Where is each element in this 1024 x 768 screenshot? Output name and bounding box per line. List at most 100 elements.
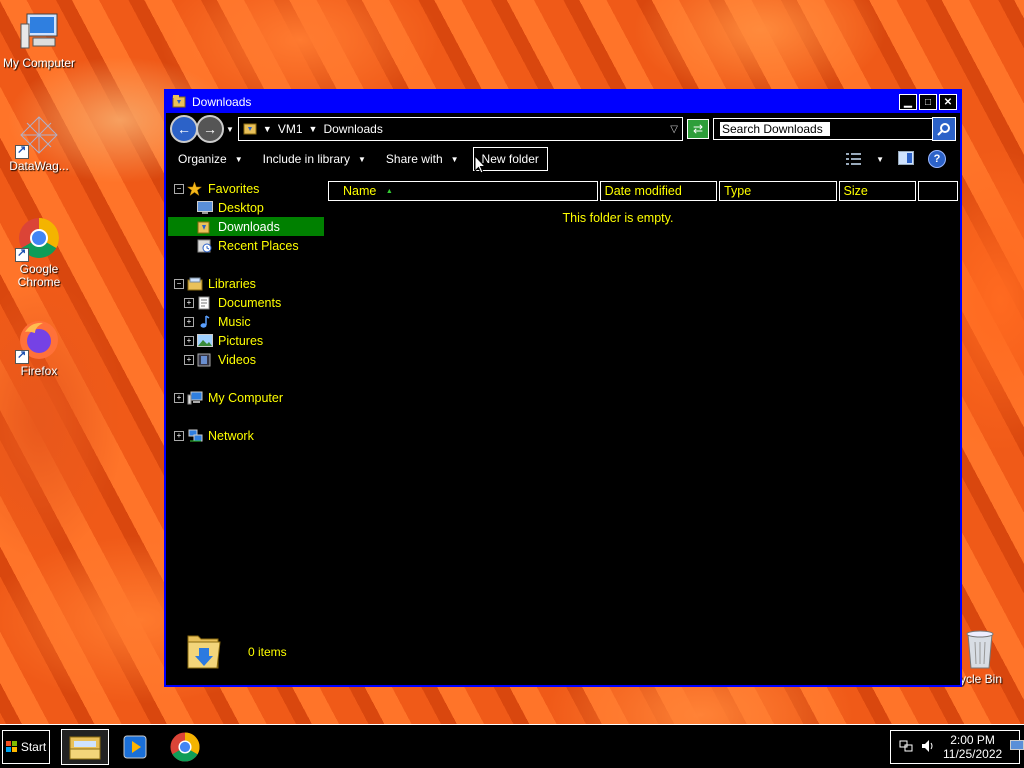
address-bar[interactable]: ▼ VM1 ▼ Downloads ▽: [237, 117, 683, 141]
nav-network[interactable]: + Network: [168, 426, 324, 445]
view-options-button[interactable]: ▼: [846, 153, 884, 165]
dropdown-arrow-icon: ▼: [450, 154, 459, 164]
window-title: Downloads: [192, 95, 252, 109]
volume-icon[interactable]: [921, 739, 935, 756]
chrome-icon: [15, 216, 61, 262]
start-button[interactable]: Start: [2, 730, 50, 764]
desktop-icon-chrome[interactable]: Google Chrome: [0, 216, 78, 289]
network-icon: [187, 429, 203, 443]
search-input[interactable]: [720, 122, 830, 136]
desktop-icon-datawag[interactable]: DataWag...: [0, 113, 78, 173]
pictures-icon: [197, 333, 213, 348]
search-box[interactable]: [713, 118, 933, 140]
desktop-icon-label: DataWag...: [9, 159, 69, 173]
nav-favorites[interactable]: − Favorites: [168, 179, 324, 198]
desktop-icon-firefox[interactable]: Firefox: [0, 318, 78, 378]
downloads-folder-icon: [197, 220, 213, 234]
column-header-name[interactable]: Name ▲: [328, 181, 598, 201]
organize-label: Organize: [178, 152, 227, 166]
breadcrumb-downloads[interactable]: Downloads: [323, 122, 382, 136]
taskbar-media-player[interactable]: [112, 729, 158, 765]
desktop-icon-my-computer[interactable]: My Computer: [0, 10, 78, 70]
column-header-date-modified[interactable]: Date modified: [599, 181, 718, 201]
taskbar-chrome[interactable]: [162, 729, 208, 765]
desktop-icon-label: My Computer: [2, 56, 76, 70]
help-button[interactable]: ?: [928, 150, 946, 168]
search-icon: [937, 123, 950, 136]
back-button[interactable]: ←: [170, 115, 198, 143]
shortcut-arrow-icon: [15, 247, 29, 262]
expand-icon[interactable]: +: [174, 430, 184, 441]
share-with-menu[interactable]: Share with ▼: [380, 148, 465, 170]
empty-folder-message: This folder is empty.: [562, 211, 674, 225]
recent-places-icon: [197, 239, 213, 253]
address-history-dropdown[interactable]: ▽: [670, 124, 678, 135]
media-player-icon: [123, 735, 147, 759]
recent-pages-dropdown[interactable]: ▼: [226, 125, 234, 134]
nav-libraries[interactable]: − Libraries: [168, 274, 324, 293]
column-size-label: Size: [843, 184, 868, 198]
column-header-type[interactable]: Type: [719, 181, 837, 201]
collapse-icon[interactable]: −: [174, 183, 184, 194]
expand-icon[interactable]: +: [184, 335, 194, 346]
navigation-pane[interactable]: − Favorites Desktop Downloads Recent Pla…: [168, 179, 324, 445]
nav-downloads[interactable]: Downloads: [168, 217, 324, 236]
nav-downloads-label: Downloads: [218, 219, 280, 234]
expand-icon[interactable]: +: [184, 354, 194, 365]
windows-logo-icon: [5, 741, 17, 752]
nav-favorites-label: Favorites: [208, 181, 260, 196]
downloads-folder-large-icon: [184, 628, 224, 675]
preview-pane-icon: [898, 150, 914, 165]
computer-icon: [17, 10, 61, 54]
expand-icon[interactable]: +: [174, 392, 184, 403]
breadcrumb-chevron-icon[interactable]: ▼: [263, 124, 272, 134]
firefox-icon: [15, 318, 61, 364]
nav-music[interactable]: + Music: [168, 312, 324, 331]
nav-desktop[interactable]: Desktop: [168, 198, 324, 217]
breadcrumb-vm1[interactable]: VM1: [278, 122, 303, 136]
music-icon: [197, 314, 213, 329]
nav-my-computer-label: My Computer: [208, 390, 284, 405]
minimize-button[interactable]: ▁: [899, 94, 917, 110]
view-dropdown-icon: ▼: [876, 154, 884, 164]
column-header-extra[interactable]: [918, 181, 958, 201]
forward-arrow-icon: →: [203, 121, 217, 137]
file-list[interactable]: Name ▲ Date modified Type Size This fold…: [328, 181, 958, 685]
close-button[interactable]: ✕: [939, 94, 957, 110]
nav-pictures[interactable]: + Pictures: [168, 331, 324, 350]
search-button[interactable]: [932, 117, 956, 141]
libraries-icon: [187, 277, 203, 291]
nav-desktop-label: Desktop: [218, 200, 264, 215]
nav-network-label: Network: [208, 428, 254, 443]
explorer-window[interactable]: Downloads ▁ □ ✕ ← → ▼ ▼ VM1 ▼ Downloads …: [164, 89, 962, 687]
column-header-size[interactable]: Size: [838, 181, 917, 201]
nav-music-label: Music: [218, 314, 251, 329]
taskbar-explorer[interactable]: [61, 729, 109, 765]
collapse-icon[interactable]: −: [174, 278, 184, 289]
desktop-icon: [197, 200, 213, 215]
title-bar[interactable]: Downloads ▁ □ ✕: [166, 91, 960, 113]
breadcrumb-chevron-icon[interactable]: ▼: [309, 124, 318, 134]
network-status-icon[interactable]: [899, 739, 913, 756]
preview-pane-button[interactable]: [898, 150, 914, 168]
include-in-library-menu[interactable]: Include in library ▼: [257, 148, 372, 170]
show-desktop-icon[interactable]: [1010, 739, 1024, 755]
refresh-icon: ⇄: [692, 122, 704, 136]
nav-videos[interactable]: + Videos: [168, 350, 324, 369]
details-view-icon: [846, 153, 862, 165]
desktop-icon-label: Google Chrome: [17, 262, 61, 289]
clock[interactable]: 2:00 PM 11/25/2022: [943, 733, 1002, 761]
column-headers: Name ▲ Date modified Type Size: [328, 181, 958, 201]
nav-videos-label: Videos: [218, 352, 256, 367]
maximize-button[interactable]: □: [919, 94, 937, 110]
nav-my-computer[interactable]: + My Computer: [168, 388, 324, 407]
forward-button[interactable]: →: [196, 115, 224, 143]
organize-menu[interactable]: Organize ▼: [172, 148, 249, 170]
start-label: Start: [20, 740, 47, 754]
expand-icon[interactable]: +: [184, 316, 194, 327]
expand-icon[interactable]: +: [184, 297, 194, 308]
nav-recent-places[interactable]: Recent Places: [168, 236, 324, 255]
clock-time: 2:00 PM: [950, 733, 995, 747]
nav-documents[interactable]: + Documents: [168, 293, 324, 312]
refresh-button[interactable]: ⇄: [687, 119, 709, 139]
